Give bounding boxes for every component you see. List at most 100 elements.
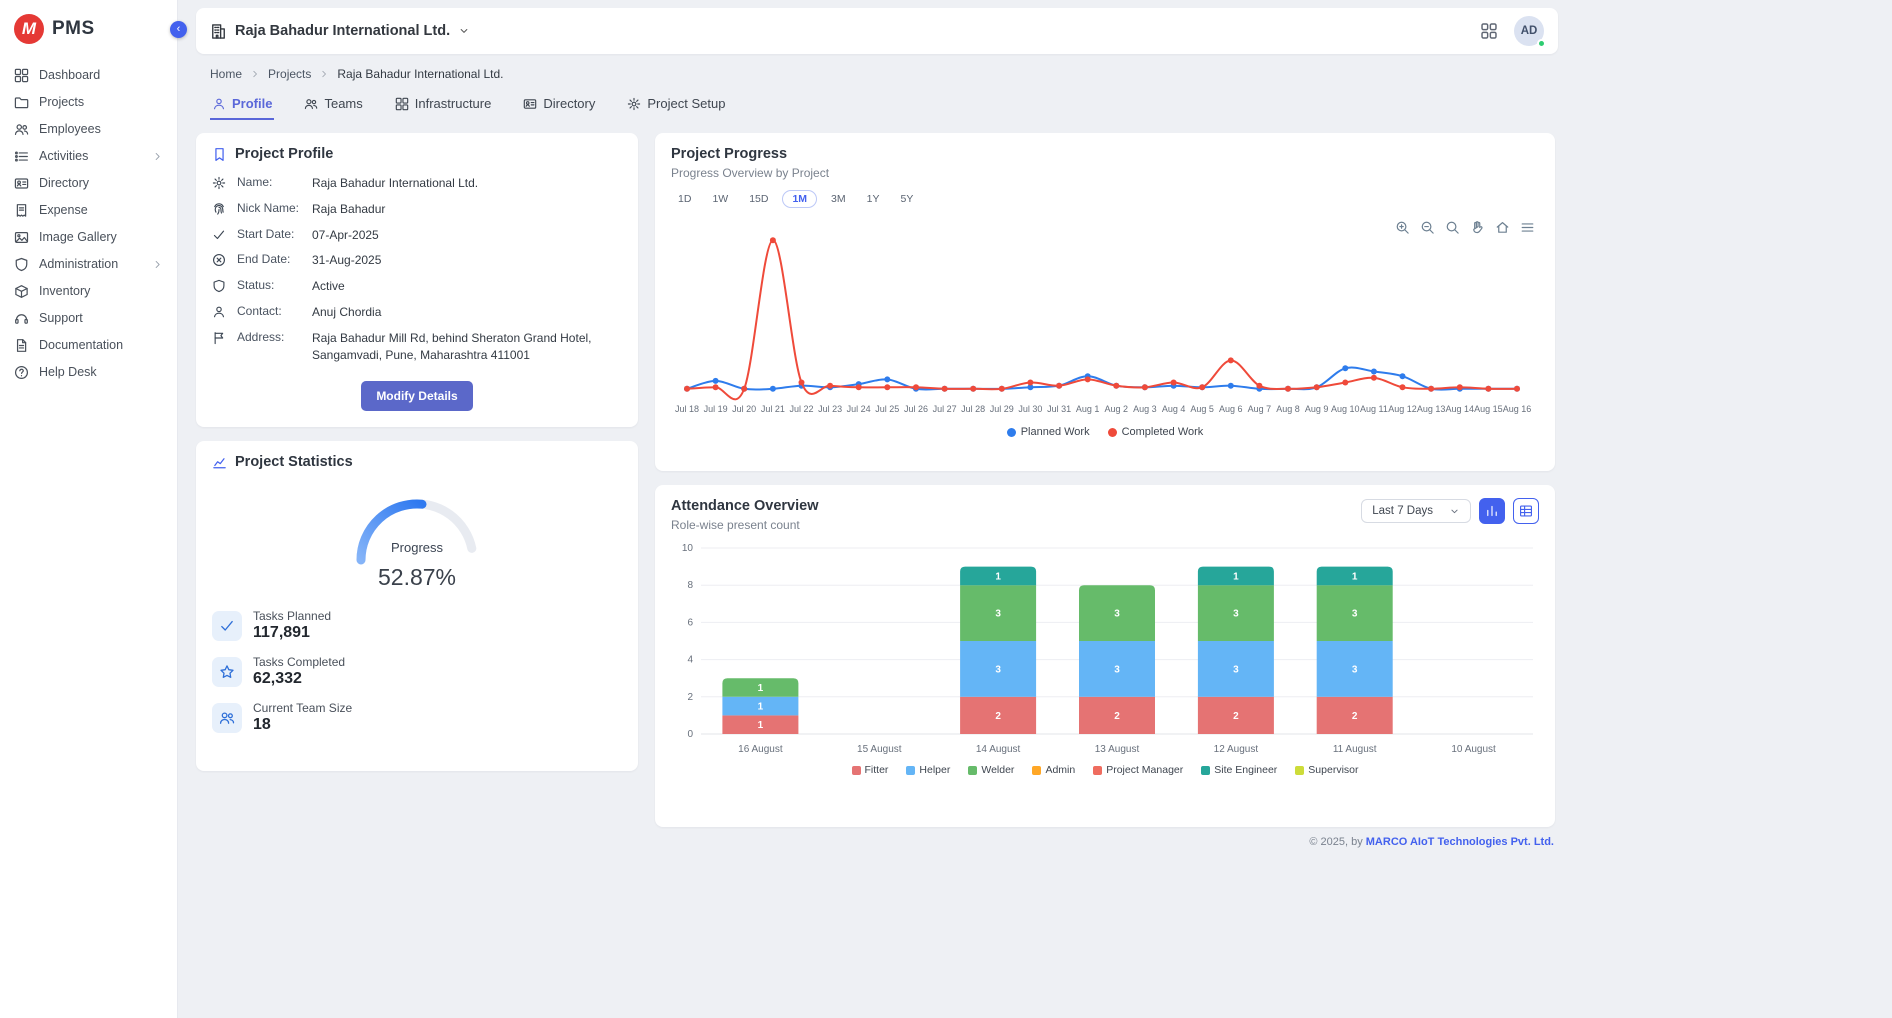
legend-dot xyxy=(1108,428,1117,437)
tab-label: Teams xyxy=(324,96,362,111)
sidebar-item-expense[interactable]: Expense xyxy=(0,197,177,224)
legend-item-fitter[interactable]: Fitter xyxy=(852,764,889,776)
tab-label: Project Setup xyxy=(647,96,725,111)
bar-chart-icon xyxy=(1485,504,1499,518)
legend-item-planned-work[interactable]: Planned Work xyxy=(1007,426,1090,438)
check-icon xyxy=(212,228,226,242)
company-selector[interactable]: Raja Bahadur International Ltd. xyxy=(210,23,470,40)
svg-text:3: 3 xyxy=(1352,664,1358,675)
sidebar-item-employees[interactable]: Employees xyxy=(0,116,177,143)
tab-directory[interactable]: Directory xyxy=(521,90,597,120)
legend-item-supervisor[interactable]: Supervisor xyxy=(1295,764,1358,776)
zoom-in-icon[interactable] xyxy=(1395,220,1410,235)
tab-infrastructure[interactable]: Infrastructure xyxy=(393,90,494,120)
project-progress-line-chart: Jul 18Jul 19Jul 20Jul 21Jul 22Jul 23Jul … xyxy=(671,220,1539,426)
home-icon[interactable] xyxy=(1495,220,1510,235)
legend-swatch xyxy=(1093,766,1102,775)
check-icon xyxy=(212,611,242,641)
svg-text:12 August: 12 August xyxy=(1214,744,1259,755)
attendance-subtitle: Role-wise present count xyxy=(671,518,818,532)
range-button-15d[interactable]: 15D xyxy=(742,190,775,208)
svg-text:2: 2 xyxy=(1352,711,1358,722)
field-label: Name: xyxy=(237,175,301,189)
range-button-1d[interactable]: 1D xyxy=(671,190,698,208)
legend-label: Planned Work xyxy=(1021,426,1090,438)
menu-icon[interactable] xyxy=(1520,220,1535,235)
svg-text:Jul 25: Jul 25 xyxy=(875,404,899,414)
sidebar-item-projects[interactable]: Projects xyxy=(0,89,177,116)
svg-text:16 August: 16 August xyxy=(738,744,783,755)
help-icon xyxy=(14,365,29,380)
sidebar-item-label: Expense xyxy=(39,204,88,217)
legend-item-helper[interactable]: Helper xyxy=(906,764,950,776)
x-circle-icon xyxy=(212,253,226,267)
sidebar-item-support[interactable]: Support xyxy=(0,305,177,332)
card-title-project-statistics: Project Statistics xyxy=(235,454,353,470)
svg-text:Jul 20: Jul 20 xyxy=(732,404,756,414)
range-button-5y[interactable]: 5Y xyxy=(893,190,920,208)
svg-text:10 August: 10 August xyxy=(1451,744,1496,755)
svg-text:Jul 21: Jul 21 xyxy=(761,404,785,414)
range-button-3m[interactable]: 3M xyxy=(824,190,853,208)
sidebar-item-directory[interactable]: Directory xyxy=(0,170,177,197)
sidebar-item-activities[interactable]: Activities xyxy=(0,143,177,170)
app-root: M PMS DashboardProjectsEmployeesActiviti… xyxy=(0,0,1892,1018)
svg-text:Jul 18: Jul 18 xyxy=(675,404,699,414)
legend-label: Admin xyxy=(1045,764,1075,776)
folder-icon xyxy=(14,95,29,110)
footer-company-link[interactable]: MARCO AIoT Technologies Pvt. Ltd. xyxy=(1366,836,1554,848)
breadcrumb: HomeProjectsRaja Bahadur International L… xyxy=(210,67,1558,81)
legend-swatch xyxy=(1201,766,1210,775)
chart-view-button[interactable] xyxy=(1479,498,1505,524)
app-logo[interactable]: M PMS xyxy=(0,0,177,58)
svg-text:Aug 15: Aug 15 xyxy=(1474,404,1503,414)
svg-text:Aug 14: Aug 14 xyxy=(1446,404,1475,414)
sidebar-item-inventory[interactable]: Inventory xyxy=(0,278,177,305)
svg-text:3: 3 xyxy=(1233,609,1239,620)
svg-text:Jul 31: Jul 31 xyxy=(1047,404,1071,414)
svg-text:Aug 9: Aug 9 xyxy=(1305,404,1329,414)
range-button-1m[interactable]: 1M xyxy=(782,190,817,208)
svg-text:Jul 28: Jul 28 xyxy=(961,404,985,414)
tab-teams[interactable]: Teams xyxy=(302,90,364,120)
date-range-select[interactable]: Last 7 Days xyxy=(1361,499,1471,523)
breadcrumb-item-projects[interactable]: Projects xyxy=(268,67,311,81)
svg-text:1: 1 xyxy=(995,571,1001,582)
tab-project-setup[interactable]: Project Setup xyxy=(625,90,727,120)
legend-item-welder[interactable]: Welder xyxy=(968,764,1014,776)
apps-grid-icon[interactable] xyxy=(1480,22,1498,40)
sidebar-item-administration[interactable]: Administration xyxy=(0,251,177,278)
svg-text:Jul 22: Jul 22 xyxy=(789,404,813,414)
sidebar-item-dashboard[interactable]: Dashboard xyxy=(0,62,177,89)
sidebar-item-label: Administration xyxy=(39,258,118,271)
range-button-1y[interactable]: 1Y xyxy=(860,190,887,208)
table-icon xyxy=(1519,504,1533,518)
pan-icon[interactable] xyxy=(1470,220,1485,235)
svg-text:2: 2 xyxy=(995,711,1001,722)
legend-item-site-engineer[interactable]: Site Engineer xyxy=(1201,764,1277,776)
legend-item-project-manager[interactable]: Project Manager xyxy=(1093,764,1183,776)
tab-bar: Profile Teams Infrastructure Directory Proje… xyxy=(210,90,1558,120)
legend-item-admin[interactable]: Admin xyxy=(1032,764,1075,776)
zoom-out-icon[interactable] xyxy=(1420,220,1435,235)
sidebar-item-documentation[interactable]: Documentation xyxy=(0,332,177,359)
sidebar-item-image-gallery[interactable]: Image Gallery xyxy=(0,224,177,251)
project-progress-subtitle: Progress Overview by Project xyxy=(671,166,1539,180)
grid-icon xyxy=(395,97,409,111)
avatar[interactable]: AD xyxy=(1514,16,1544,46)
sidebar-collapse-button[interactable]: ‹ xyxy=(170,21,187,38)
svg-text:Progress: Progress xyxy=(391,540,444,555)
sidebar-item-help-desk[interactable]: Help Desk xyxy=(0,359,177,386)
range-button-1w[interactable]: 1W xyxy=(705,190,735,208)
progress-gauge: Progress xyxy=(335,480,499,566)
project-statistics-card: Project Statistics Progress 52.87% Tasks… xyxy=(196,441,638,771)
svg-text:3: 3 xyxy=(1233,664,1239,675)
tab-label: Profile xyxy=(232,96,272,111)
zoom-icon[interactable] xyxy=(1445,220,1460,235)
legend-item-completed-work[interactable]: Completed Work xyxy=(1108,426,1204,438)
modify-details-button[interactable]: Modify Details xyxy=(361,381,472,411)
tab-profile[interactable]: Profile xyxy=(210,90,274,120)
table-view-button[interactable] xyxy=(1513,498,1539,524)
breadcrumb-item-home[interactable]: Home xyxy=(210,67,242,81)
sidebar-item-label: Image Gallery xyxy=(39,231,117,244)
